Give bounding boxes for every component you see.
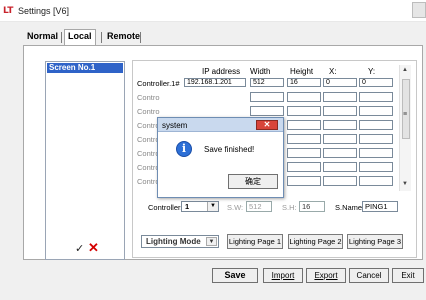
lighting-page-1-button[interactable]: Lighting Page 1 [227,234,283,249]
delete-x-icon[interactable]: ✕ [88,240,99,256]
screen-list-item[interactable]: Screen No.1 [47,63,123,73]
dialog-message: Save finished! [204,145,255,154]
exit-button[interactable]: Exit [392,268,424,283]
column-header-x: X: [329,67,337,76]
column-header-y: Y: [368,67,376,76]
tab-normal[interactable]: Normal [24,30,61,44]
save-button[interactable]: Save [212,268,258,283]
height-field[interactable] [287,162,321,172]
x-field[interactable] [323,162,357,172]
screen-name-field[interactable]: PING1 [362,201,398,212]
lighting-mode-select[interactable]: Lighting Mode ▼ [141,235,219,248]
checkmark-icon[interactable]: ✓ [75,242,84,255]
tab-remote[interactable]: Remote [104,30,143,44]
window-close-button[interactable] [412,2,426,18]
controller-1-label: Controller.1# [137,79,180,88]
y-field[interactable] [359,120,393,130]
height-field[interactable] [287,176,321,186]
x-field[interactable] [323,120,357,130]
ip-address-field[interactable]: 192.168.1.201 [184,78,246,87]
tab-separator [101,32,102,43]
lighting-mode-label: Lighting Mode [146,237,201,246]
x-field[interactable] [323,106,357,116]
screen-height-label: S.H: [282,203,297,212]
controllers-value: 1 [185,202,190,211]
info-icon: i [176,141,192,157]
dialog-title-bar: system ✕ [158,118,283,132]
width-field[interactable] [250,106,284,116]
window-title: Settings [V6] [18,6,70,16]
height-field[interactable] [287,120,321,130]
scroll-thumb[interactable] [402,79,410,139]
lighting-page-2-button[interactable]: Lighting Page 2 [288,234,343,249]
y-field[interactable] [359,162,393,172]
dialog-close-button[interactable]: ✕ [256,120,278,130]
x-field[interactable] [323,176,357,186]
y-field[interactable] [359,148,393,158]
width-field[interactable] [250,92,284,102]
dropdown-arrow-icon[interactable]: ▼ [206,237,217,246]
screen-width-label: S.W: [227,203,244,212]
system-dialog: system ✕ i Save finished! 确定 [157,117,284,198]
height-field[interactable] [287,134,321,144]
dialog-title: system [162,121,188,130]
column-header-height: Height [290,67,314,76]
scroll-grip-icon: ≡ [403,111,408,118]
dropdown-arrow-icon[interactable]: ▼ [207,202,218,211]
tab-local[interactable]: Local [64,29,96,45]
screen-width-field: 512 [246,201,272,212]
vertical-scrollbar[interactable]: ▲ ≡ ▼ [399,65,411,191]
y-field[interactable] [359,92,393,102]
screen-list[interactable]: Screen No.1 [45,61,125,260]
export-button[interactable]: Export [306,268,346,283]
window-title-bar: LT Settings [V6] [0,0,426,22]
controller-row-label: Contro [137,107,160,116]
tab-separator [140,32,141,43]
scroll-up-icon[interactable]: ▲ [402,67,408,73]
screen-height-field: 16 [299,201,325,212]
tab-separator [61,32,62,43]
screen-name-label: S.Name: [335,203,365,212]
cancel-button[interactable]: Cancel [349,268,389,283]
column-header-ip: IP address [202,67,241,76]
dialog-ok-button[interactable]: 确定 [228,174,278,189]
y-field[interactable] [359,176,393,186]
scroll-down-icon[interactable]: ▼ [402,181,408,187]
height-field[interactable] [287,92,321,102]
x-field[interactable] [323,92,357,102]
y-field[interactable]: 0 [359,78,393,87]
height-field[interactable] [287,148,321,158]
app-logo: LT [3,6,14,16]
lighting-page-3-button[interactable]: Lighting Page 3 [347,234,403,249]
height-field[interactable] [287,106,321,116]
x-field[interactable] [323,134,357,144]
height-field[interactable]: 16 [287,78,321,87]
y-field[interactable] [359,106,393,116]
controllers-select[interactable]: 1 ▼ [181,201,219,212]
import-button[interactable]: Import [263,268,303,283]
y-field[interactable] [359,134,393,144]
width-field[interactable]: 512 [250,78,284,87]
column-header-width: Width [250,67,271,76]
x-field[interactable]: 0 [323,78,357,87]
controller-row-label: Contro [137,93,160,102]
x-field[interactable] [323,148,357,158]
